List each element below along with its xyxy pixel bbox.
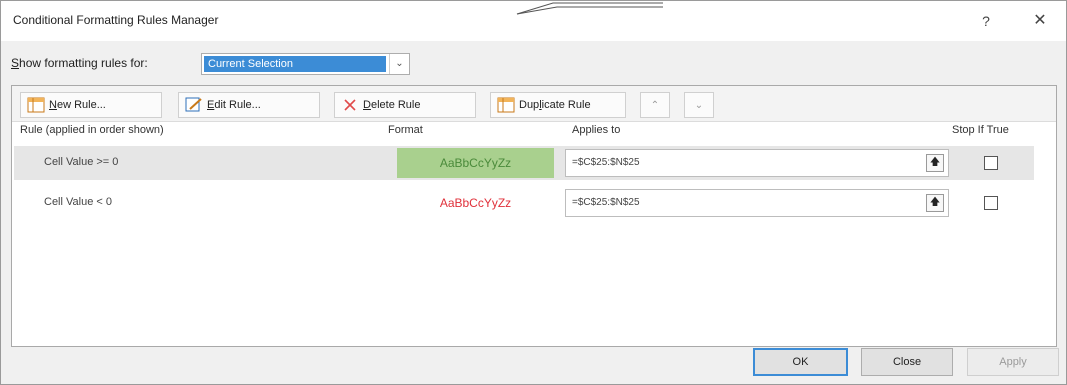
close-window-button[interactable]: ✕ [1025,9,1055,33]
edit-rule-label: Edit Rule... [207,99,261,111]
help-button[interactable]: ? [971,9,1001,33]
show-rules-label-text: how formatting rules for: [19,56,148,70]
delete-rule-mnemonic: D [363,99,371,111]
duplicate-rule-label-text: icate Rule [541,99,591,111]
conditional-formatting-dialog: Conditional Formatting Rules Manager ? ✕… [0,0,1067,385]
rule-name: Cell Value < 0 [44,196,112,208]
close-button[interactable]: Close [861,348,953,376]
ok-button[interactable]: OK [753,348,848,376]
chevron-down-icon[interactable]: ⌄ [389,54,409,74]
stop-if-true-checkbox[interactable] [984,196,998,210]
show-rules-label: Show formatting rules for: [11,56,148,70]
new-rule-label-text: ew Rule... [56,99,106,111]
chevron-up-icon: ⌃ [650,99,660,111]
format-preview: AaBbCcYyZz [397,148,554,178]
duplicate-rule-icon [497,97,515,113]
applies-to-value: =$C$25:$N$25 [572,197,640,208]
column-header-format: Format [388,124,423,136]
rules-panel: New Rule... Edit Rule... Delete Rule Dup… [11,85,1057,347]
callout-pointer-icon [516,2,663,15]
rule-row[interactable]: Cell Value >= 0 AaBbCcYyZz =$C$25:$N$25 … [14,146,1034,180]
show-rules-selected-value: Current Selection [204,56,386,72]
column-header-applies-to: Applies to [572,124,621,136]
move-down-button[interactable]: ⌄ [684,92,714,118]
applies-to-field[interactable]: =$C$25:$N$25 🡅 [565,149,949,177]
new-rule-icon [27,97,45,113]
delete-rule-label: Delete Rule [363,99,421,111]
applies-to-field[interactable]: =$C$25:$N$25 🡅 [565,189,949,217]
stop-if-true-checkbox[interactable] [984,156,998,170]
delete-x-icon [344,99,356,111]
apply-button[interactable]: Apply [967,348,1059,376]
applies-to-value: =$C$25:$N$25 [572,157,640,168]
delete-rule-label-text: elete Rule [370,99,421,111]
edit-rule-button[interactable]: Edit Rule... [178,92,320,118]
column-header-rule: Rule (applied in order shown) [20,124,164,136]
delete-rule-button[interactable]: Delete Rule [334,92,476,118]
duplicate-rule-label-prefix: Dup [519,99,540,111]
edit-rule-label-text: dit Rule... [214,99,261,111]
chevron-down-icon: ⌄ [694,99,704,111]
dialog-title: Conditional Formatting Rules Manager [13,13,219,27]
show-rules-select[interactable]: Current Selection ⌄ [201,53,410,75]
show-rules-label-mnemonic: S [11,56,20,70]
format-preview: AaBbCcYyZz [397,188,554,218]
edit-rule-icon [185,97,202,112]
new-rule-button[interactable]: New Rule... [20,92,162,118]
rule-name: Cell Value >= 0 [44,156,119,168]
rules-toolbar: New Rule... Edit Rule... Delete Rule Dup… [12,86,1056,122]
rule-row[interactable]: Cell Value < 0 AaBbCcYyZz =$C$25:$N$25 🡅 [14,186,1034,220]
column-header-stop-if-true: Stop If True [952,124,1009,136]
duplicate-rule-button[interactable]: Duplicate Rule [490,92,626,118]
new-rule-label: New Rule... [49,99,106,111]
new-rule-mnemonic: N [49,99,57,111]
duplicate-rule-label: Duplicate Rule [519,99,591,111]
range-collapse-icon[interactable]: 🡅 [926,194,944,212]
move-up-button[interactable]: ⌃ [640,92,670,118]
range-collapse-icon[interactable]: 🡅 [926,154,944,172]
title-bar: Conditional Formatting Rules Manager ? ✕ [1,1,1066,41]
